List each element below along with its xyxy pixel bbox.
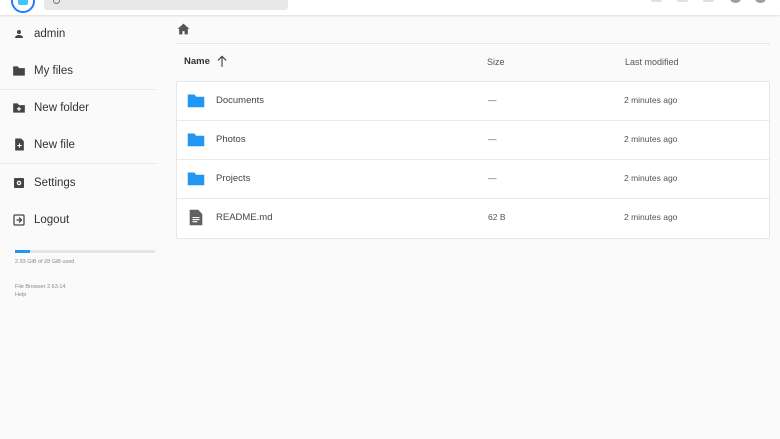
top-header xyxy=(0,0,780,15)
file-document-icon xyxy=(189,209,203,231)
sidebar-item-admin[interactable]: admin xyxy=(0,15,156,52)
search-input[interactable] xyxy=(44,0,288,10)
download-icon[interactable] xyxy=(677,0,688,2)
file-modified: 2 minutes ago xyxy=(624,134,678,144)
file-row-photos[interactable]: Photos — 2 minutes ago xyxy=(177,121,769,160)
folder-icon xyxy=(12,64,26,78)
file-name: Photos xyxy=(216,134,246,145)
logout-icon xyxy=(12,213,26,227)
storage-usage-fill xyxy=(15,250,30,253)
column-modified-header[interactable]: Last modified xyxy=(625,57,679,67)
file-row-readme[interactable]: README.md 62 B 2 minutes ago xyxy=(177,199,769,238)
app-logo[interactable] xyxy=(11,0,35,13)
person-icon xyxy=(12,27,26,41)
sidebar-item-label: New file xyxy=(34,138,75,151)
search-icon xyxy=(53,0,60,4)
storage-usage-bar xyxy=(15,250,155,253)
select-icon[interactable] xyxy=(755,0,766,3)
note-add-icon xyxy=(12,138,26,152)
storage-usage-text: 2.93 GiB of 28 GiB used xyxy=(15,259,75,265)
sidebar-item-new-folder[interactable]: New folder xyxy=(0,89,156,126)
file-name: Documents xyxy=(216,95,265,106)
version-text[interactable]: File Browser 2.63.14 xyxy=(15,283,65,291)
file-row-projects[interactable]: Projects — 2 minutes ago xyxy=(177,160,769,199)
sidebar-item-settings[interactable]: Settings xyxy=(0,164,156,201)
sidebar-item-label: New folder xyxy=(34,101,89,114)
file-size: — xyxy=(488,95,497,105)
file-size: — xyxy=(488,173,497,183)
column-size-header[interactable]: Size xyxy=(487,57,505,67)
file-size: — xyxy=(488,134,497,144)
breadcrumb xyxy=(176,20,770,44)
create-folder-icon xyxy=(12,101,26,115)
folder-icon xyxy=(187,93,205,113)
sidebar-item-label: admin xyxy=(34,27,66,40)
file-name: Projects xyxy=(216,173,251,184)
file-size: 62 B xyxy=(488,212,506,222)
credits: File Browser 2.63.14 Help xyxy=(15,283,65,299)
settings-icon xyxy=(12,176,26,190)
home-icon[interactable] xyxy=(177,22,190,40)
sidebar-item-label: Logout xyxy=(34,213,70,226)
folder-icon xyxy=(187,171,205,191)
file-list-header: Name Size Last modified xyxy=(176,45,770,81)
file-modified: 2 minutes ago xyxy=(624,173,678,183)
help-link[interactable]: Help xyxy=(15,291,65,299)
file-list: Documents — 2 minutes ago Photos — 2 min… xyxy=(176,81,770,239)
sidebar-item-my-files[interactable]: My files xyxy=(0,52,156,89)
sidebar: admin My files New folder New file Setti… xyxy=(0,15,160,439)
sidebar-item-label: Settings xyxy=(34,176,76,189)
view-mode-icon[interactable] xyxy=(651,0,662,2)
file-modified: 2 minutes ago xyxy=(624,212,678,222)
file-name: README.md xyxy=(216,212,273,223)
file-row-documents[interactable]: Documents — 2 minutes ago xyxy=(177,82,769,121)
sidebar-item-logout[interactable]: Logout xyxy=(0,201,156,238)
upload-icon[interactable] xyxy=(703,0,714,2)
sidebar-item-label: My files xyxy=(34,64,73,77)
arrow-up-icon[interactable] xyxy=(215,54,229,73)
info-icon[interactable] xyxy=(730,0,741,3)
sidebar-item-new-file[interactable]: New file xyxy=(0,126,156,163)
folder-icon xyxy=(187,132,205,152)
file-modified: 2 minutes ago xyxy=(624,95,678,105)
column-name-header[interactable]: Name xyxy=(184,56,210,67)
